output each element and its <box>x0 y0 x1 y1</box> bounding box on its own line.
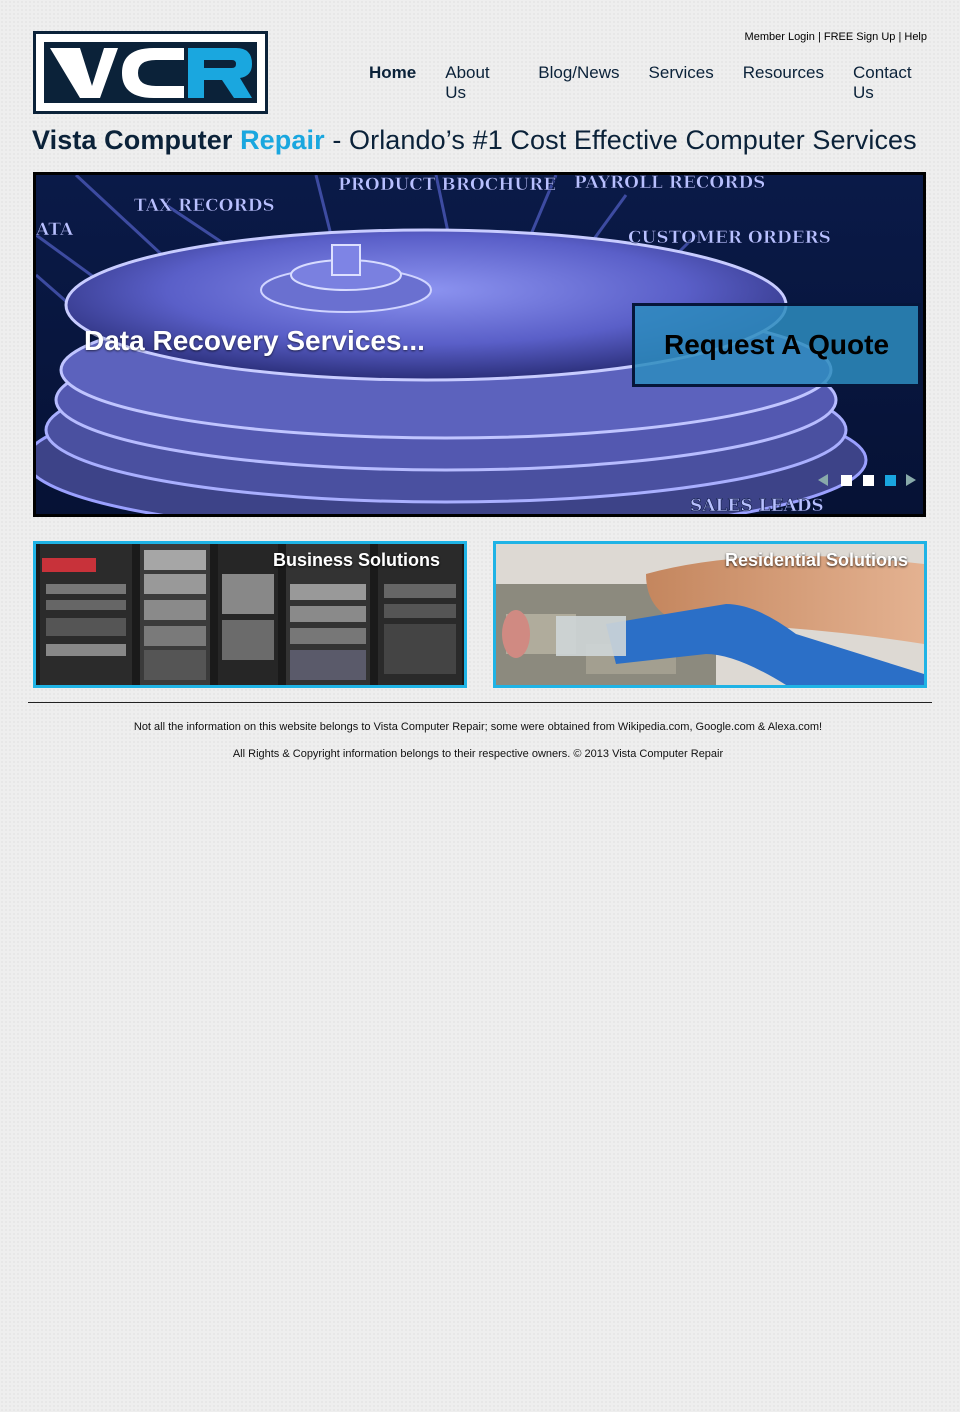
slide-dot[interactable] <box>841 474 852 486</box>
nav-about-us[interactable]: About Us <box>445 63 509 103</box>
nav-services[interactable]: Services <box>649 63 714 103</box>
top-links: Member Login | FREE Sign Up | Help <box>745 31 927 43</box>
title-brand-part2: Repair <box>240 125 325 155</box>
link-separator: | <box>817 31 821 43</box>
business-solutions-panel[interactable]: Business Solutions <box>33 541 467 688</box>
main-nav: Home About Us Blog/News Services Resourc… <box>340 63 930 103</box>
nav-contact-us[interactable]: Contact Us <box>853 63 930 103</box>
hero-caption: Data Recovery Services... <box>84 325 425 356</box>
prev-arrow-icon[interactable] <box>818 474 828 486</box>
image-label-tax-records: TAX RECORDS <box>134 196 275 216</box>
nav-home[interactable]: Home <box>369 63 416 103</box>
residential-solutions-panel[interactable]: Residential Solutions <box>493 541 927 688</box>
image-label-payroll-records: PAYROLL RECORDS <box>574 175 765 193</box>
member-login-link[interactable]: Member Login <box>745 31 815 43</box>
vcr-logo-mark <box>44 42 257 103</box>
slide-dot-active[interactable] <box>885 474 896 486</box>
nav-blog-news[interactable]: Blog/News <box>538 63 619 103</box>
help-link[interactable]: Help <box>904 31 927 43</box>
residential-solutions-title: Residential Solutions <box>724 550 908 570</box>
image-label-customer-orders: CUSTOMER ORDERS <box>628 228 831 248</box>
footer-divider <box>28 702 932 703</box>
business-solutions-title: Business Solutions <box>273 550 441 570</box>
nav-resources[interactable]: Resources <box>743 63 824 103</box>
request-quote-button[interactable]: Request A Quote <box>632 303 921 387</box>
footer-copyright: All Rights & Copyright information belon… <box>232 748 724 760</box>
hero-slider: TAX RECORDS PRODUCT BROCHURE PAYROLL REC… <box>33 172 926 517</box>
title-tagline: - Orlando’s #1 Cost Effective Computer S… <box>332 125 917 155</box>
title-brand-part1: Vista Computer <box>32 125 233 155</box>
free-signup-link[interactable]: FREE Sign Up <box>824 31 896 43</box>
page-title: Vista Computer Repair - Orlando’s #1 Cos… <box>32 125 917 156</box>
slider-controls <box>818 474 916 486</box>
image-label-product-brochure: PRODUCT BROCHURE <box>338 175 556 195</box>
link-separator: | <box>898 31 902 43</box>
image-label-ata: ATA <box>36 220 74 240</box>
next-arrow-icon[interactable] <box>906 474 916 486</box>
slide-dot[interactable] <box>863 474 874 486</box>
site-logo[interactable] <box>33 31 268 114</box>
footer-disclaimer: Not all the information on this website … <box>133 721 823 733</box>
image-label-sales-leads: SALES LEADS <box>690 496 824 514</box>
